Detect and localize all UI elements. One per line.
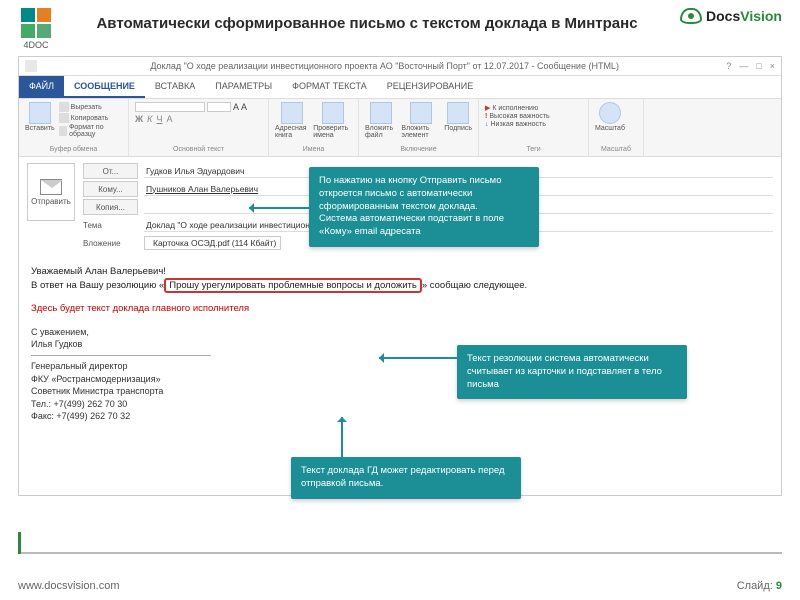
font-family-dropdown[interactable] [135,102,205,112]
format-painter-button[interactable]: Формат по образцу [59,124,122,138]
zoom-icon [599,102,621,124]
from-button[interactable]: От... [83,163,138,179]
address-book-button[interactable]: Адресная книга [275,102,309,139]
tab-message[interactable]: СООБЩЕНИЕ [64,76,145,98]
paste-button[interactable]: Вставить [25,102,55,132]
send-button[interactable]: Отправить [27,163,75,221]
resolution-highlight: Прошу урегулировать проблемные вопросы и… [164,278,422,293]
subject-label: Тема [83,217,138,233]
window-title: Доклад "О ходе реализации инвестиционног… [43,61,726,71]
group-names: Имена [275,146,352,153]
underline-button[interactable]: Ч [156,114,162,124]
slide-title: Автоматически сформированное письмо с те… [66,8,668,34]
group-clipboard: Буфер обмена [25,146,122,153]
callout-edit: Текст доклада ГД может редактировать пер… [291,457,521,499]
check-names-button[interactable]: Проверить имена [313,102,352,139]
group-tags: Теги [485,146,582,153]
sig-fax: Факс: +7(499) 262 70 32 [31,410,769,423]
outlook-window: Доклад "О ходе реализации инвестиционног… [18,56,782,496]
addressbook-icon [281,102,303,124]
report-placeholder: Здесь будет текст доклада главного испол… [31,302,769,316]
attach-item-icon [410,102,432,124]
footer-url: www.docsvision.com [18,580,119,592]
send-icon [40,179,62,195]
message-body[interactable]: Уважаемый Алан Валерьевич! В ответ на Ва… [19,257,781,431]
logo-4doc: 4DOC [18,8,54,50]
app-icon [25,60,37,72]
zoom-button[interactable]: Масштаб [595,102,625,132]
cut-button[interactable]: Вырезать [59,102,122,112]
sig-regards: С уважением, [31,326,769,339]
italic-button[interactable]: К [147,114,152,124]
eye-icon [680,8,702,24]
brush-icon [59,126,67,136]
low-importance-icon: ↓ [485,121,489,128]
ribbon: Вставить Вырезать Копировать Формат по о… [19,99,781,157]
greeting: Уважаемый Алан Валерьевич! [31,265,769,279]
bold-button[interactable]: Ж [135,114,143,124]
attachment-name: Карточка ОСЭД.pdf (114 Кбайт) [153,238,276,248]
send-label: Отправить [31,197,71,206]
logo-4doc-text: 4DOC [23,40,48,50]
tab-format[interactable]: ФОРМАТ ТЕКСТА [282,76,377,98]
maximize-button[interactable]: □ [756,61,761,71]
signature-button[interactable]: Подпись [444,102,472,132]
attachment-item[interactable]: Карточка ОСЭД.pdf (114 Кбайт) [144,236,281,250]
close-button[interactable]: × [770,61,775,71]
paste-icon [29,102,51,124]
slide-footer: www.docsvision.com Слайд: 9 [18,580,782,592]
attach-file-button[interactable]: Вложить файл [365,102,397,139]
tab-options[interactable]: ПАРАМЕТРЫ [205,76,282,98]
intro-line: В ответ на Вашу резолюцию «Прошу урегули… [31,279,769,293]
minimize-button[interactable]: — [739,61,748,71]
footer-slide-label: Слайд: [737,580,773,592]
cut-icon [59,102,69,112]
font-color-button[interactable]: A [166,114,172,124]
sig-tel: Тел.: +7(499) 262 70 30 [31,398,769,411]
group-font: Основной текст [135,146,262,153]
to-button[interactable]: Кому... [83,181,138,197]
font-size-dropdown[interactable] [207,102,231,112]
tab-review[interactable]: РЕЦЕНЗИРОВАНИЕ [377,76,484,98]
sig-divider [31,355,211,356]
font-shrink-icon[interactable]: A [241,102,247,112]
group-include: Включение [365,146,472,153]
callout-resolution: Текст резолюции система автоматически сч… [457,345,687,399]
window-titlebar: Доклад "О ходе реализации инвестиционног… [19,57,781,76]
cc-button[interactable]: Копия... [83,199,138,215]
attach-icon [370,102,392,124]
low-importance-button[interactable]: ↓Низкая важность [485,121,582,128]
tab-file[interactable]: ФАЙЛ [19,76,64,98]
signature-icon [447,102,469,124]
attach-item-button[interactable]: Вложить элемент [401,102,440,139]
attachment-label: Вложение [83,235,138,251]
logo-docsvision: DocsVision [680,8,782,24]
footer-slide-num: 9 [776,580,782,592]
tab-insert[interactable]: ВСТАВКА [145,76,205,98]
font-grow-icon[interactable]: A [233,102,239,112]
flag-icon: ▶ [485,104,490,112]
ribbon-tabs: ФАЙЛ СООБЩЕНИЕ ВСТАВКА ПАРАМЕТРЫ ФОРМАТ … [19,76,781,99]
high-importance-button[interactable]: !Высокая важность [485,113,582,120]
copy-icon [59,113,69,123]
callout-send: По нажатию на кнопку Отправить письмо от… [309,167,539,247]
copy-button[interactable]: Копировать [59,113,122,123]
followup-button[interactable]: ▶К исполнению [485,104,582,112]
checknames-icon [322,102,344,124]
high-importance-icon: ! [485,113,487,120]
help-button[interactable]: ? [726,61,731,71]
group-zoom: Масштаб [595,146,637,153]
